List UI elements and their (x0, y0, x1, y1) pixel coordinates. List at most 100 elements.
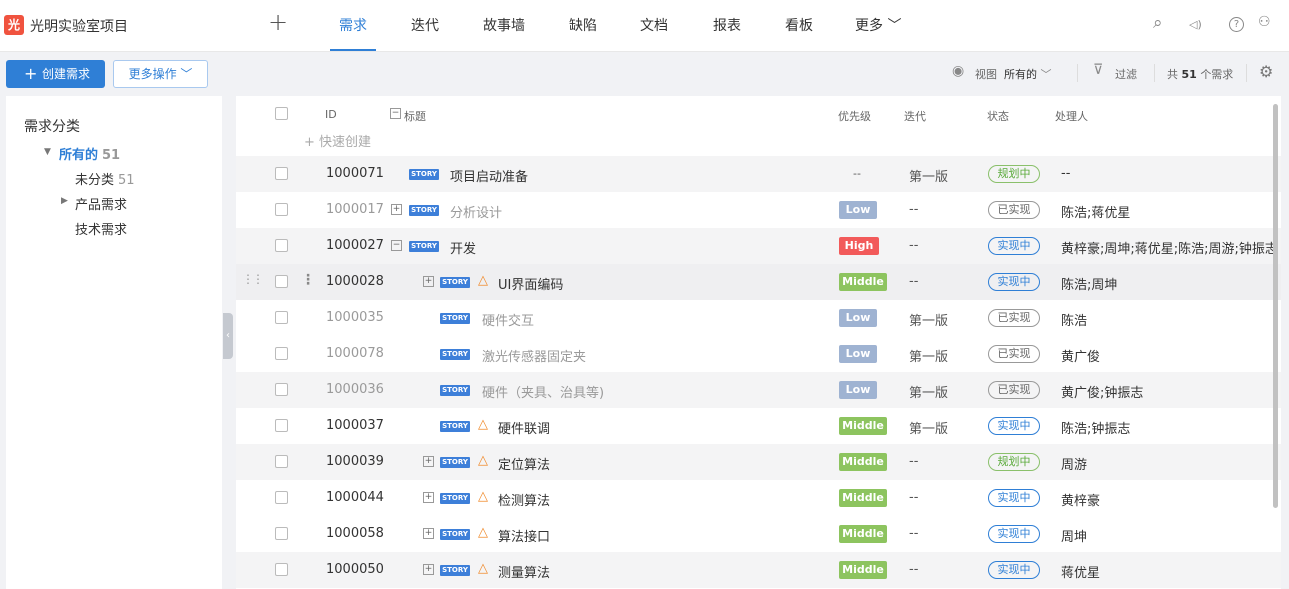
status-badge[interactable]: 已实现 (988, 309, 1040, 327)
row-owner[interactable]: 陈浩;钟振志 (1061, 418, 1130, 437)
row-more-icon[interactable]: ⋮ (301, 272, 315, 288)
priority-badge[interactable]: Low (839, 381, 877, 399)
table-row[interactable]: 1000017 + STORY 分析设计 Low -- 已实现 陈浩;蒋优星 (236, 192, 1281, 228)
row-iteration[interactable]: 第一版 (909, 310, 948, 329)
status-badge[interactable]: 已实现 (988, 381, 1040, 399)
project-name[interactable]: 光明实验室项目 (30, 16, 128, 36)
project-logo[interactable]: 光 (4, 15, 24, 35)
table-row[interactable]: 1000058 + STORY △ 算法接口 Middle -- 实现中 周坤 (236, 516, 1281, 552)
tab-iterations[interactable]: 迭代 (411, 15, 439, 35)
row-owner[interactable]: 蒋优星 (1061, 562, 1100, 581)
priority-badge[interactable]: Middle (839, 453, 887, 471)
row-iteration[interactable]: -- (909, 238, 918, 253)
priority-badge[interactable]: High (839, 237, 879, 255)
row-iteration[interactable]: -- (909, 526, 918, 541)
row-checkbox[interactable] (275, 347, 288, 360)
expand-icon[interactable]: + (423, 528, 434, 539)
row-iteration[interactable]: -- (909, 274, 918, 289)
table-row[interactable]: 1000039 + STORY △ 定位算法 Middle -- 规划中 周游 (236, 444, 1281, 480)
view-select[interactable]: 所有的 ﹀ (1004, 66, 1052, 82)
row-checkbox[interactable] (275, 167, 288, 180)
speaker-icon[interactable]: ◁) (1189, 18, 1202, 31)
priority-badge[interactable]: -- (847, 165, 867, 183)
table-scrollbar[interactable] (1273, 104, 1278, 508)
row-iteration[interactable]: 第一版 (909, 166, 948, 185)
sidebar-item-tech[interactable]: 技术需求 (75, 219, 127, 238)
expand-icon[interactable]: + (423, 456, 434, 467)
row-checkbox[interactable] (275, 491, 288, 504)
quick-create-button[interactable]: + 快速创建 (304, 131, 371, 150)
more-actions-button[interactable]: 更多操作 ﹀ (113, 60, 208, 88)
row-title[interactable]: 定位算法 (498, 454, 550, 473)
row-iteration[interactable]: 第一版 (909, 382, 948, 401)
row-title[interactable]: 项目启动准备 (450, 166, 528, 185)
caret-down-icon[interactable]: ▼ (44, 147, 51, 157)
row-owner[interactable]: 黄梓豪;周坤;蒋优星;陈浩;周游;钟振志 (1061, 238, 1278, 257)
priority-badge[interactable]: Low (839, 345, 877, 363)
sidebar-item-product[interactable]: 产品需求 (75, 194, 127, 213)
row-owner[interactable]: 陈浩 (1061, 310, 1087, 329)
priority-badge[interactable]: Middle (839, 525, 887, 543)
sidebar-item-all[interactable]: 所有的 51 (59, 144, 120, 163)
expand-icon[interactable]: + (423, 276, 434, 287)
row-checkbox[interactable] (275, 275, 288, 288)
row-checkbox[interactable] (275, 419, 288, 432)
header-priority[interactable]: 优先级 (838, 108, 871, 124)
row-iteration[interactable]: 第一版 (909, 418, 948, 437)
status-badge[interactable]: 实现中 (988, 525, 1040, 543)
row-title[interactable]: 检测算法 (498, 490, 550, 509)
row-title[interactable]: 开发 (450, 238, 476, 257)
help-icon[interactable]: ? (1229, 17, 1244, 32)
priority-badge[interactable]: Middle (839, 561, 887, 579)
add-button[interactable]: + (268, 10, 288, 34)
status-badge[interactable]: 已实现 (988, 201, 1040, 219)
status-badge[interactable]: 实现中 (988, 561, 1040, 579)
table-row[interactable]: 1000037 STORY △ 硬件联调 Middle 第一版 实现中 陈浩;钟… (236, 408, 1281, 444)
collapse-all-icon[interactable]: − (390, 108, 401, 119)
row-iteration[interactable]: 第一版 (909, 346, 948, 365)
status-badge[interactable]: 实现中 (988, 417, 1040, 435)
search-icon[interactable]: ⌕ (1153, 13, 1163, 33)
user-icon[interactable]: ⚇ (1258, 14, 1271, 30)
priority-badge[interactable]: Middle (839, 489, 887, 507)
row-checkbox[interactable] (275, 239, 288, 252)
row-owner[interactable]: 黄梓豪 (1061, 490, 1100, 509)
header-title[interactable]: 标题 (404, 108, 426, 124)
priority-badge[interactable]: Middle (839, 417, 887, 435)
expand-icon[interactable]: + (391, 204, 402, 215)
row-title[interactable]: 激光传感器固定夹 (482, 346, 586, 365)
row-title[interactable]: 硬件交互 (482, 310, 534, 329)
tab-requirements[interactable]: 需求 (339, 15, 367, 35)
table-row[interactable]: ⋮⋮ ⋮ 1000028 + STORY △ UI界面编码 Middle -- … (236, 264, 1281, 300)
row-title[interactable]: UI界面编码 (498, 274, 563, 293)
tab-kanban[interactable]: 看板 (785, 15, 813, 35)
tab-more[interactable]: 更多 ﹀ (855, 15, 901, 35)
tab-bugs[interactable]: 缺陷 (569, 15, 597, 35)
tab-docs[interactable]: 文档 (640, 15, 668, 35)
priority-badge[interactable]: Middle (839, 273, 887, 291)
row-owner[interactable]: 周游 (1061, 454, 1087, 473)
row-iteration[interactable]: -- (909, 202, 918, 217)
table-row[interactable]: 1000035 STORY 硬件交互 Low 第一版 已实现 陈浩 (236, 300, 1281, 336)
header-id[interactable]: ID (325, 108, 337, 121)
status-badge[interactable]: 实现中 (988, 273, 1040, 291)
status-badge[interactable]: 规划中 (988, 453, 1040, 471)
table-row[interactable]: 1000036 STORY 硬件（夹具、治具等) Low 第一版 已实现 黄广俊… (236, 372, 1281, 408)
table-row[interactable]: 1000027 − STORY 开发 High -- 实现中 黄梓豪;周坤;蒋优… (236, 228, 1281, 264)
row-title[interactable]: 测量算法 (498, 562, 550, 581)
row-checkbox[interactable] (275, 383, 288, 396)
row-owner[interactable]: 陈浩;蒋优星 (1061, 202, 1130, 221)
tab-story-wall[interactable]: 故事墙 (483, 15, 525, 35)
row-iteration[interactable]: -- (909, 562, 918, 577)
status-badge[interactable]: 规划中 (988, 165, 1040, 183)
row-owner[interactable]: 周坤 (1061, 526, 1087, 545)
tab-reports[interactable]: 报表 (713, 15, 741, 35)
row-title[interactable]: 算法接口 (498, 526, 550, 545)
row-checkbox[interactable] (275, 311, 288, 324)
expand-icon[interactable]: + (423, 564, 434, 575)
filter-button[interactable]: 过滤 (1115, 66, 1137, 82)
row-title[interactable]: 分析设计 (450, 202, 502, 221)
settings-icon[interactable]: ⚙ (1259, 62, 1273, 81)
row-owner[interactable]: 黄广俊 (1061, 346, 1100, 365)
row-title[interactable]: 硬件联调 (498, 418, 550, 437)
